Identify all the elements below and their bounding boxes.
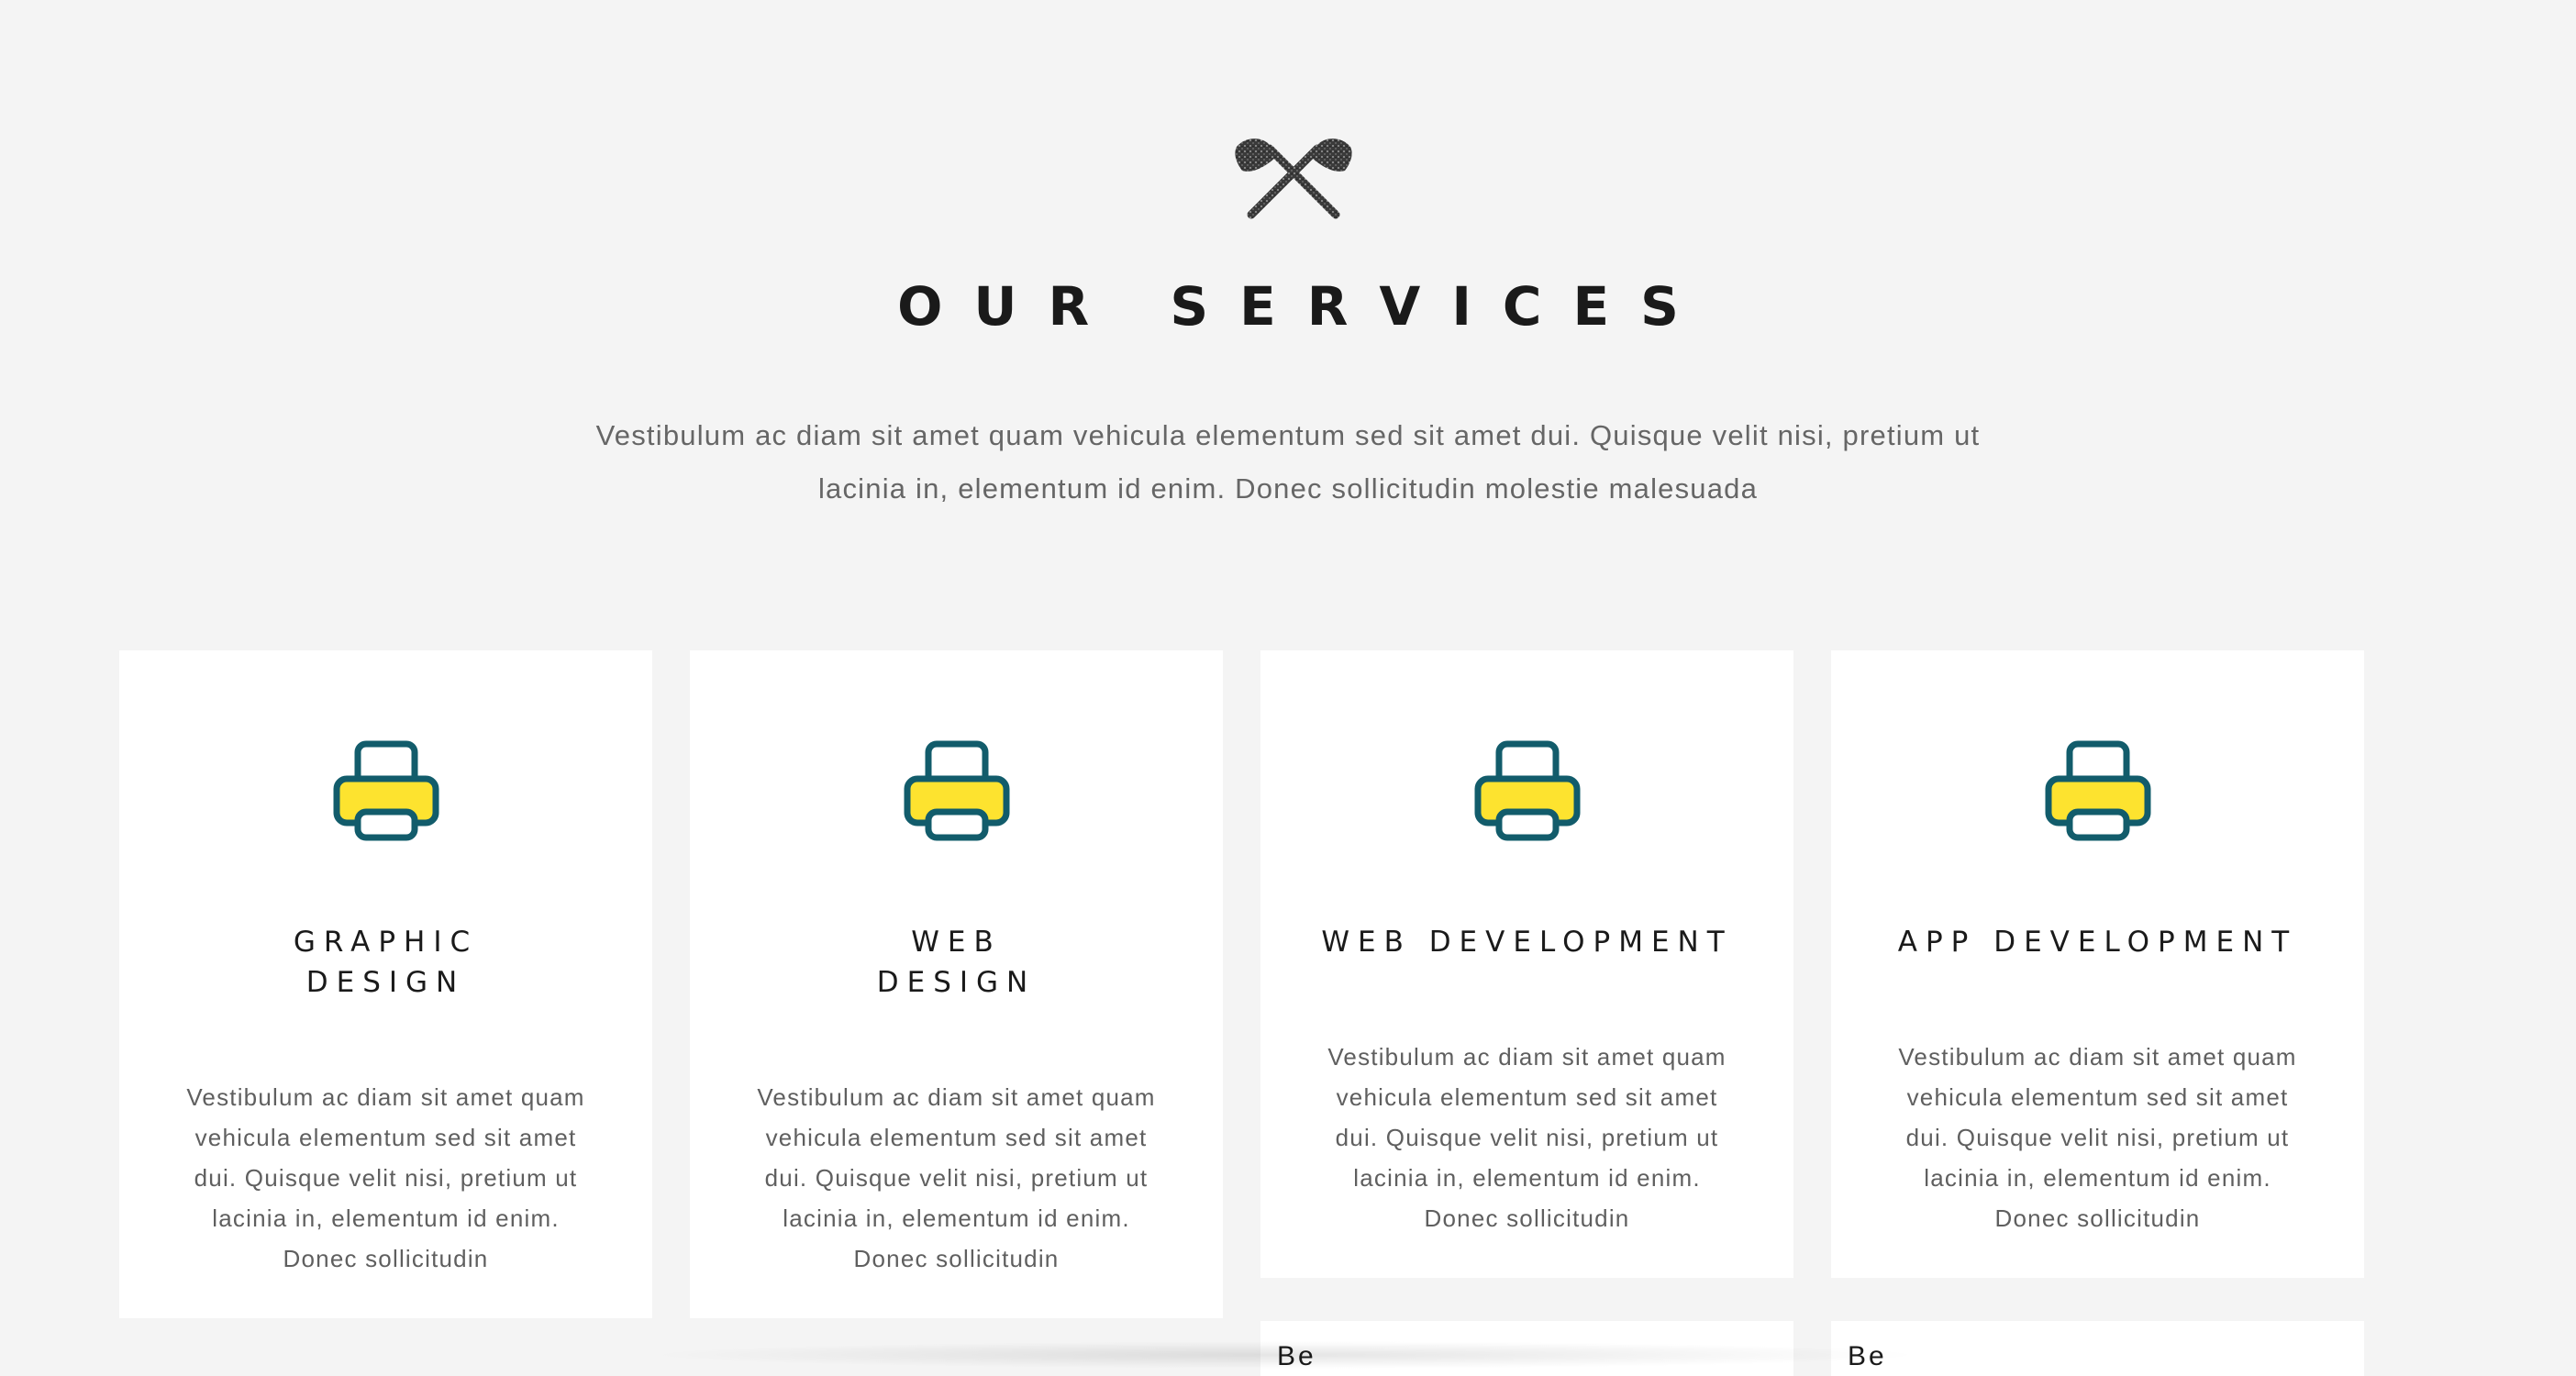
service-title: WEB DEVELOPMENT (1321, 926, 1733, 959)
service-description: Vestibulum ac diam sit amet quam vehicul… (186, 1083, 585, 1272)
service-title: APP DEVELOPMENT (1897, 926, 2298, 959)
printer-icon (333, 740, 439, 841)
service-card-web-development: WEB DEVELOPMENT Vestibulum ac diam sit a… (1260, 650, 1793, 1278)
printer-icon (1474, 740, 1581, 841)
printer-icon (904, 740, 1010, 841)
service-title: GRAPHIC DESIGN (293, 926, 479, 999)
crossed-axes-icon (1235, 139, 1352, 219)
section-shadow (642, 1341, 1926, 1369)
service-description: Vestibulum ac diam sit amet quam vehicul… (1327, 1043, 1727, 1232)
service-card-web-design: WEB DESIGN Vestibulum ac diam sit amet q… (690, 650, 1223, 1318)
service-card-app-development: APP DEVELOPMENT Vestibulum ac diam sit a… (1831, 650, 2364, 1278)
service-card-graphic-design: GRAPHIC DESIGN Vestibulum ac diam sit am… (119, 650, 652, 1318)
page-title: OUR SERVICES (897, 275, 1710, 338)
intro-text: Vestibulum ac diam sit amet quam vehicul… (595, 419, 1981, 505)
service-description: Vestibulum ac diam sit amet quam vehicul… (1898, 1043, 2297, 1232)
service-description: Vestibulum ac diam sit amet quam vehicul… (757, 1083, 1156, 1272)
printer-icon (2045, 740, 2151, 841)
service-title: WEB DESIGN (876, 926, 1037, 999)
